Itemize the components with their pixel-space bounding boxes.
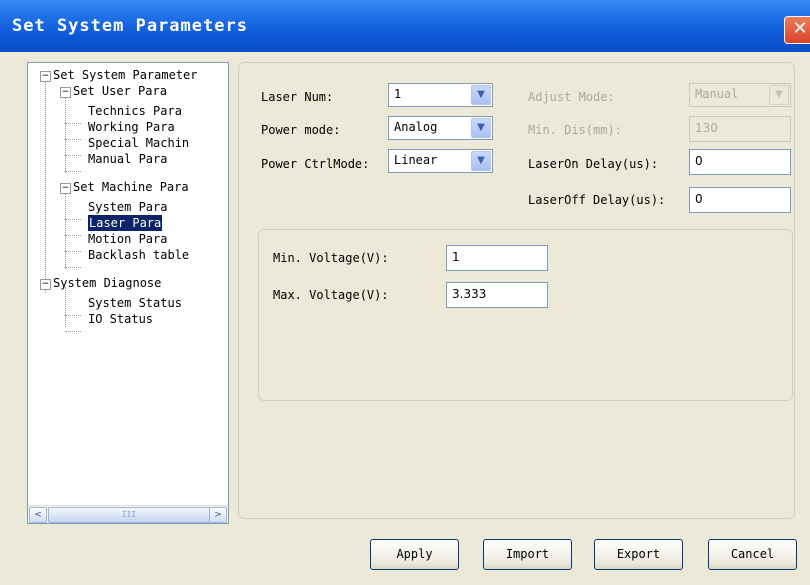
window-title: Set System Parameters: [12, 16, 248, 36]
laser-on-delay-value: 0: [695, 154, 703, 168]
cancel-button[interactable]: Cancel: [708, 539, 797, 570]
tree-item-technics-para[interactable]: Technics Para: [88, 103, 182, 119]
power-ctrl-mode-value: Linear: [394, 153, 438, 167]
tree-item-system-para[interactable]: System Para: [88, 199, 167, 215]
laser-num-value: 1: [394, 87, 402, 101]
chevron-down-icon: ▼: [769, 85, 789, 105]
laser-num-dropdown[interactable]: 1 ▼: [388, 83, 493, 107]
apply-button[interactable]: Apply: [370, 539, 459, 570]
min-dis-field: 130: [689, 116, 791, 142]
power-mode-value: Analog: [394, 120, 438, 134]
tree-item-system-status[interactable]: System Status: [88, 295, 182, 311]
chevron-down-icon[interactable]: ▼: [471, 118, 491, 138]
min-dis-label: Min. Dis(mm):: [528, 123, 622, 137]
scroll-left-icon[interactable]: <: [29, 507, 47, 523]
power-mode-dropdown[interactable]: Analog ▼: [388, 116, 493, 140]
adjust-mode-dropdown: Manual ▼: [689, 83, 791, 107]
set-system-parameters-dialog: Set System Parameters ✕ − Set System Par…: [0, 0, 810, 585]
laser-para-panel: Laser Num: 1 ▼ Power mode: Analog ▼ Powe…: [238, 62, 795, 519]
horizontal-scrollbar[interactable]: < III >: [28, 505, 228, 523]
laser-on-delay-input[interactable]: 0: [689, 149, 791, 175]
power-ctrl-mode-dropdown[interactable]: Linear ▼: [388, 149, 493, 173]
power-mode-label: Power mode:: [261, 123, 341, 137]
max-voltage-label: Max. Voltage(V):: [273, 288, 389, 302]
tree-item-set-user-para[interactable]: Set User Para: [73, 83, 167, 99]
parameter-tree[interactable]: − Set System Parameter − Set User Para T…: [27, 62, 229, 524]
collapse-icon[interactable]: −: [60, 183, 71, 194]
laser-on-delay-label: LaserOn Delay(us):: [528, 157, 659, 171]
adjust-mode-value: Manual: [695, 87, 739, 101]
laser-num-label: Laser Num:: [261, 90, 334, 104]
tree-item-system-diagnose[interactable]: System Diagnose: [53, 275, 161, 291]
scroll-thumb[interactable]: III: [48, 507, 210, 523]
max-voltage-value: 3.333: [452, 287, 487, 301]
tree-item-special-machine[interactable]: Special Machin: [88, 135, 189, 151]
min-voltage-input[interactable]: 1: [446, 245, 548, 271]
tree-item-motion-para[interactable]: Motion Para: [88, 231, 167, 247]
power-ctrl-mode-label: Power CtrlMode:: [261, 157, 370, 171]
import-button[interactable]: Import: [483, 539, 572, 570]
collapse-icon[interactable]: −: [40, 71, 51, 82]
min-dis-value: 130: [695, 121, 718, 135]
max-voltage-input[interactable]: 3.333: [446, 282, 548, 308]
chevron-down-icon[interactable]: ▼: [471, 85, 491, 105]
export-button[interactable]: Export: [594, 539, 683, 570]
laser-off-delay-label: LaserOff Delay(us):: [528, 193, 666, 207]
title-bar[interactable]: Set System Parameters ✕: [0, 0, 810, 52]
tree-item-io-status[interactable]: IO Status: [88, 311, 153, 327]
adjust-mode-label: Adjust Mode:: [528, 90, 615, 104]
voltage-group: Min. Voltage(V): 1 Max. Voltage(V): 3.33…: [258, 229, 793, 401]
chevron-down-icon[interactable]: ▼: [471, 151, 491, 171]
collapse-icon[interactable]: −: [40, 279, 51, 290]
min-voltage-value: 1: [452, 250, 460, 264]
tree-item-laser-para[interactable]: Laser Para: [88, 215, 163, 231]
collapse-icon[interactable]: −: [60, 87, 71, 98]
tree-item-manual-para[interactable]: Manual Para: [88, 151, 167, 167]
laser-off-delay-value: 0: [695, 192, 703, 206]
tree-item-set-system-parameter[interactable]: Set System Parameter: [53, 67, 198, 83]
min-voltage-label: Min. Voltage(V):: [273, 251, 389, 265]
close-button[interactable]: ✕: [784, 16, 810, 44]
tree-item-backlash-table[interactable]: Backlash table: [88, 247, 189, 263]
scroll-right-icon[interactable]: >: [209, 507, 227, 523]
tree-item-working-para[interactable]: Working Para: [88, 119, 175, 135]
tree-item-set-machine-para[interactable]: Set Machine Para: [73, 179, 189, 195]
laser-off-delay-input[interactable]: 0: [689, 187, 791, 213]
close-icon: ✕: [792, 18, 808, 39]
